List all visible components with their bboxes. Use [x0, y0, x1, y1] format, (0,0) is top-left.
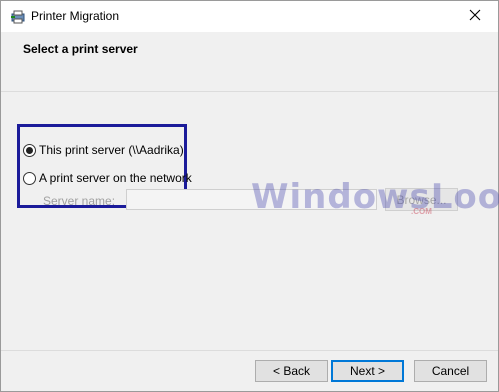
window-title: Printer Migration — [31, 9, 120, 23]
close-button[interactable] — [452, 1, 498, 32]
wizard-footer: < Back Next > Cancel — [1, 350, 498, 391]
title-bar: Printer Migration — [1, 1, 498, 32]
radio-this-print-server-label: This print server (\\Aadrika) — [39, 143, 184, 157]
printer-migration-window: Printer Migration Select a print server … — [0, 0, 499, 392]
radio-network-print-server-label: A print server on the network — [39, 171, 192, 185]
cancel-button[interactable]: Cancel — [414, 360, 487, 382]
watermark-logo-sub: .COM — [411, 207, 432, 216]
footer-divider — [1, 350, 498, 351]
printer-migration-icon — [10, 9, 26, 25]
server-name-input[interactable] — [126, 189, 377, 210]
next-button[interactable]: Next > — [331, 360, 404, 382]
close-icon — [469, 9, 481, 24]
radio-button-selected[interactable] — [23, 143, 36, 157]
server-name-label: Server name: — [43, 194, 116, 208]
radio-button-unselected[interactable] — [23, 171, 36, 185]
radio-this-print-server[interactable]: This print server (\\Aadrika) — [23, 143, 184, 157]
wizard-content: This print server (\\Aadrika) A print se… — [1, 92, 499, 350]
radio-network-print-server[interactable]: A print server on the network — [23, 171, 192, 185]
back-button[interactable]: < Back — [255, 360, 328, 382]
wizard-header: Select a print server — [1, 32, 498, 92]
page-title: Select a print server — [23, 42, 138, 56]
